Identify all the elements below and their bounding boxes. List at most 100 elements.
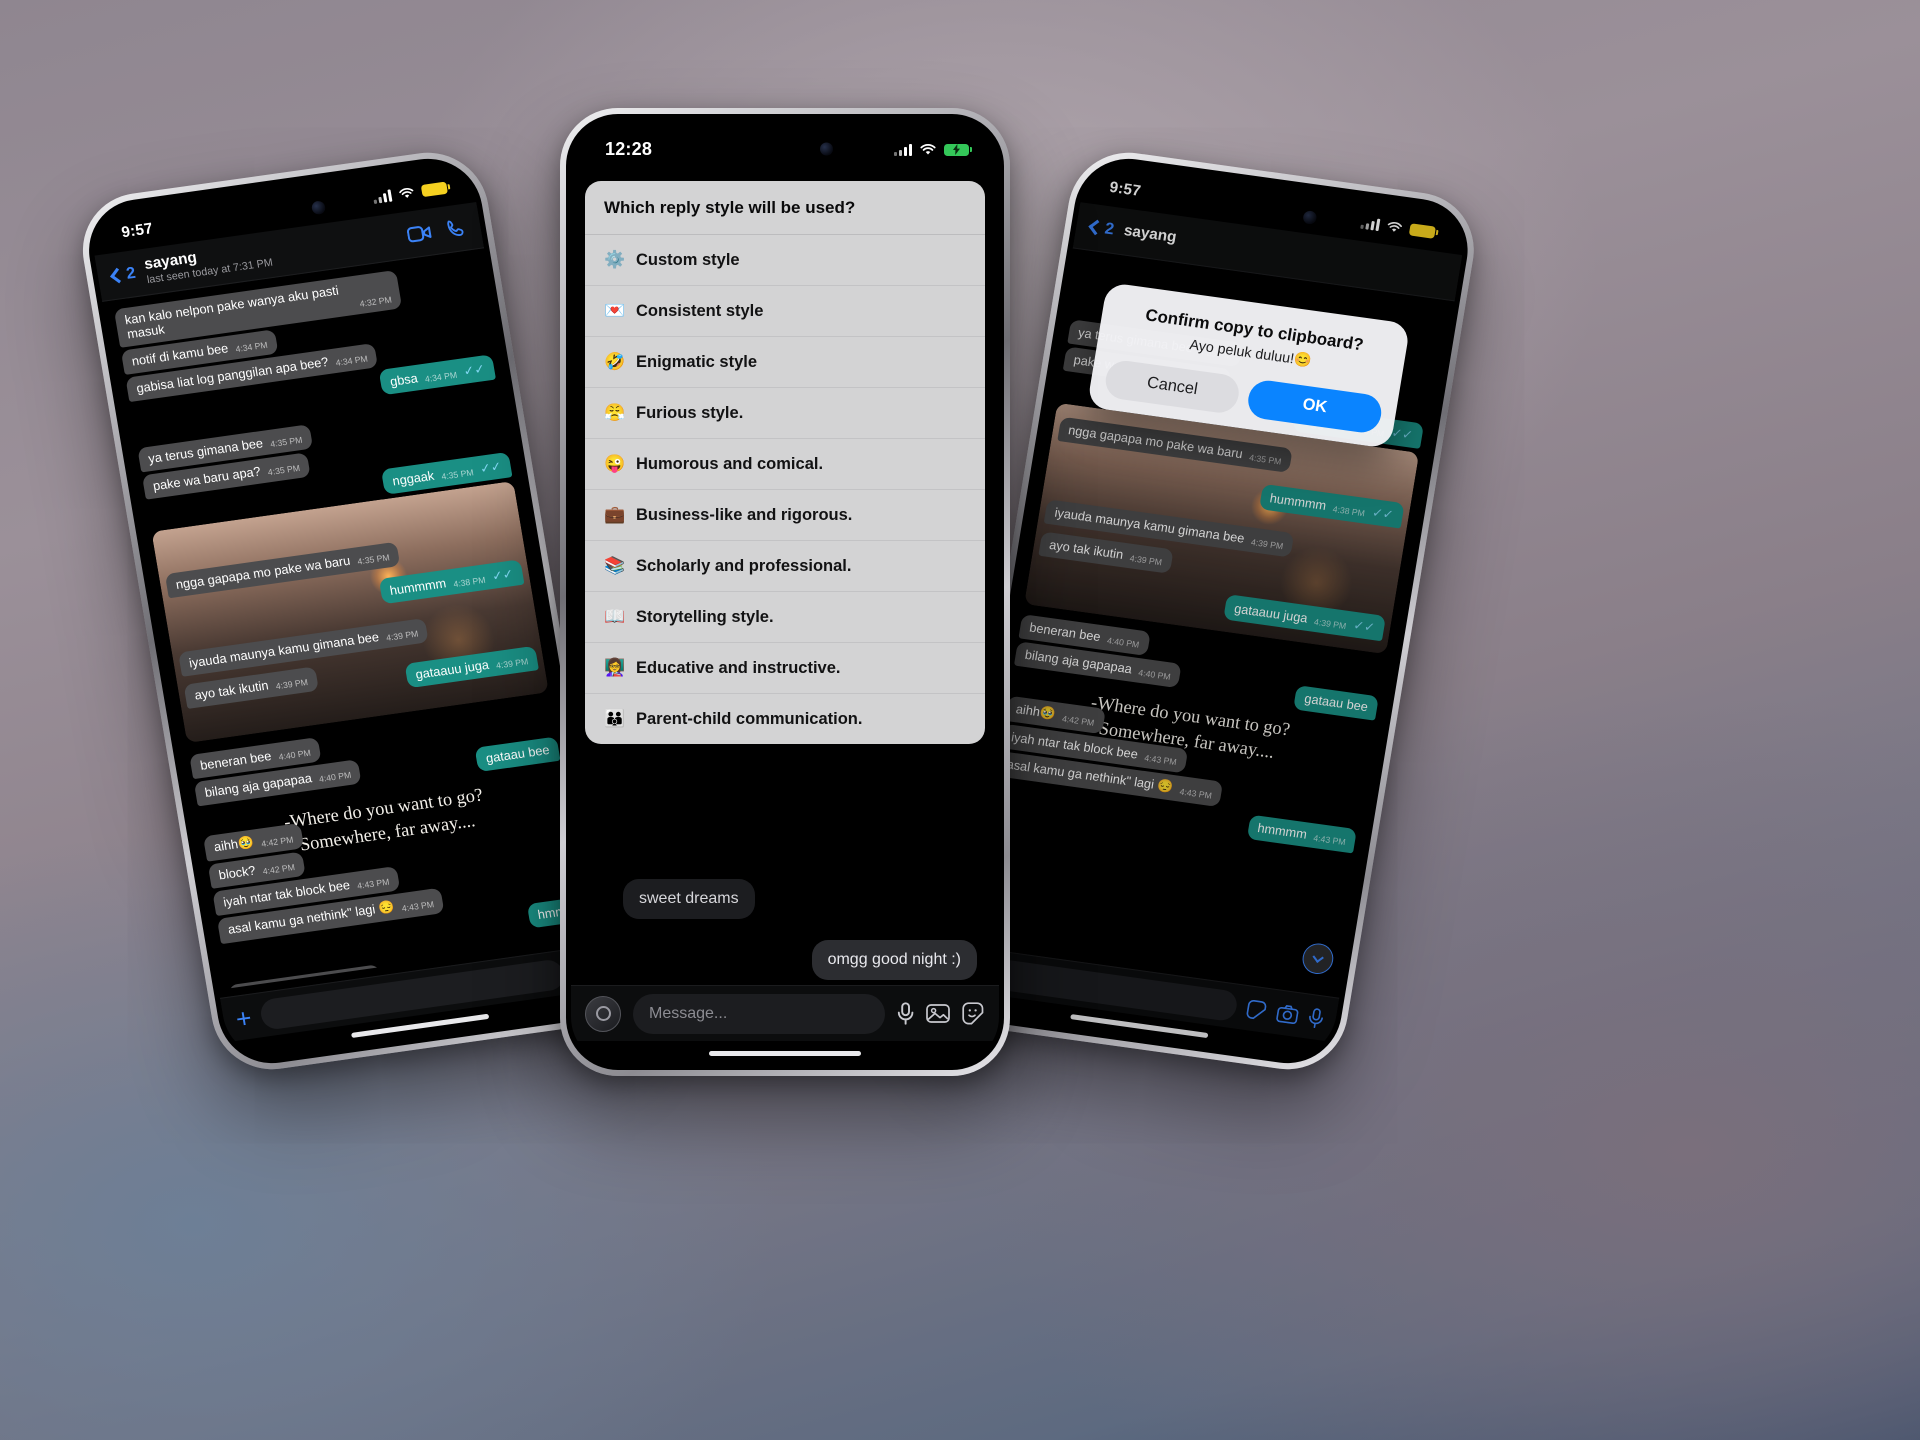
- message-time: 4:35 PM: [356, 552, 391, 567]
- teacher-icon: 👩‍🏫: [604, 658, 626, 677]
- message-time: 4:42 PM: [260, 833, 295, 849]
- incoming-bubble[interactable]: sweet dreams: [623, 879, 755, 919]
- briefcase-icon: 💼: [604, 505, 626, 524]
- sheet-item-label: Consistent style: [636, 301, 764, 320]
- sticker-icon[interactable]: [962, 1002, 985, 1025]
- left-message-list[interactable]: kan kalo nelpon pake wanya aku pasti mas…: [102, 248, 600, 990]
- avatar-ring: [595, 1006, 611, 1021]
- battery-charging-icon: [944, 143, 972, 156]
- message-input[interactable]: Message...: [633, 993, 885, 1034]
- love-letter-icon: 💌: [604, 301, 626, 320]
- read-receipt-icon: ✓✓: [490, 566, 515, 584]
- message-time: 4:40 PM: [318, 769, 352, 785]
- left-phone-screen: 9:57 2 sayang last seen today at 7:31 PM…: [86, 157, 614, 1065]
- wifi-icon: [399, 187, 414, 198]
- message-time: 4:35 PM: [269, 434, 304, 450]
- video-call-icon[interactable]: [406, 222, 433, 244]
- battery-icon: [420, 181, 448, 197]
- dynamic-island: [723, 132, 847, 166]
- phone-call-icon[interactable]: [444, 217, 468, 240]
- center-status-time: 12:28: [605, 139, 653, 159]
- center-input-bar: Message...: [571, 985, 999, 1041]
- read-receipt-icon: ✓✓: [479, 459, 503, 477]
- message-text: gbsa: [388, 371, 419, 389]
- angry-face-icon: 😤: [604, 403, 626, 422]
- message-time: 4:34 PM: [334, 353, 369, 368]
- sheet-item-storytelling-style[interactable]: 📖 Storytelling style.: [585, 592, 985, 643]
- sheet-item-humorous-style[interactable]: 😜 Humorous and comical.: [585, 439, 985, 490]
- message-time: 4:39 PM: [385, 628, 420, 643]
- cellular-icon: [894, 143, 912, 156]
- message-time: 4:43 PM: [400, 898, 435, 914]
- photo-attachment[interactable]: ngga gapapa mo pake wa baru 4:35 PM hummm…: [151, 480, 549, 744]
- home-indicator: [709, 1051, 861, 1056]
- center-status-indicators: [894, 143, 972, 156]
- sheet-item-label: Educative and instructive.: [636, 658, 841, 677]
- front-camera-icon: [310, 199, 327, 215]
- chevron-left-icon: [110, 267, 126, 284]
- sheet-item-label: Scholarly and professional.: [636, 556, 852, 575]
- microphone-icon[interactable]: [897, 1002, 914, 1025]
- unread-count: 2: [124, 264, 137, 283]
- sheet-item-enigmatic-style[interactable]: 🤣 Enigmatic style: [585, 337, 985, 388]
- ok-button[interactable]: OK: [1245, 378, 1385, 436]
- message-time: 4:40 PM: [277, 747, 312, 762]
- sheet-item-educative-style[interactable]: 👩‍🏫 Educative and instructive.: [585, 643, 985, 694]
- open-book-icon: 📖: [604, 607, 626, 626]
- message-text: gataau bee: [484, 742, 551, 766]
- sheet-item-consistent-style[interactable]: 💌 Consistent style: [585, 286, 985, 337]
- family-icon: 👪: [604, 709, 626, 728]
- cellular-icon: [372, 188, 393, 204]
- center-phone-bezel: 12:28 sweet dreams omgg good night:) Me…: [566, 114, 1004, 1070]
- message-time: 4:34 PM: [234, 339, 269, 355]
- photo-gallery-icon[interactable]: [926, 1003, 950, 1024]
- sheet-item-scholarly-style[interactable]: 📚 Scholarly and professional.: [585, 541, 985, 592]
- right-phone-bezel: 9:57 2 sayang ya pake ✓✓ ngga gapapa mo …: [940, 152, 1476, 1070]
- message-time: 4:35 PM: [267, 462, 301, 478]
- gear-icon: ⚙️: [604, 250, 626, 269]
- message-time: 4:43 PM: [356, 875, 391, 891]
- sheet-item-label: Enigmatic style: [636, 352, 758, 371]
- rofl-icon: 🤣: [604, 352, 626, 371]
- right-phone-mockup: 9:57 2 sayang ya pake ✓✓ ngga gapapa mo …: [933, 145, 1483, 1077]
- sheet-item-label: Custom style: [636, 250, 740, 269]
- center-phone-mockup: 12:28 sweet dreams omgg good night:) Me…: [560, 108, 1010, 1076]
- cancel-button[interactable]: Cancel: [1102, 358, 1242, 416]
- left-chat-view: 2 sayang last seen today at 7:31 PM kan …: [86, 157, 614, 1065]
- message-time: 4:42 PM: [261, 861, 296, 877]
- books-icon: 📚: [604, 556, 626, 575]
- message-time: 4:32 PM: [358, 294, 393, 309]
- message-text: block?: [217, 862, 257, 883]
- sheet-item-label: Business-like and rigorous.: [636, 505, 853, 524]
- message-text: gataauu juga: [414, 657, 490, 682]
- message-text: beneran bee: [199, 748, 273, 773]
- sheet-item-business-style[interactable]: 💼 Business-like and rigorous.: [585, 490, 985, 541]
- profile-avatar-icon[interactable]: [585, 995, 621, 1032]
- center-phone-screen: 12:28 sweet dreams omgg good night:) Me…: [571, 119, 999, 1065]
- sheet-item-parent-child-style[interactable]: 👪 Parent-child communication.: [585, 694, 985, 744]
- message-text: hummmm: [388, 576, 448, 599]
- outgoing-bubble[interactable]: omgg good night :): [811, 940, 977, 980]
- message-time: 4:34 PM: [424, 369, 458, 385]
- message-input-placeholder: Message...: [649, 1004, 728, 1022]
- message-time: 4:35 PM: [440, 467, 475, 482]
- sheet-title: Which reply style will be used?: [585, 181, 985, 235]
- left-phone-bezel: 9:57 2 sayang last seen today at 7:31 PM…: [80, 151, 620, 1071]
- sheet-item-label: Storytelling style.: [636, 607, 774, 626]
- front-camera-icon: [820, 142, 833, 156]
- right-phone-screen: 9:57 2 sayang ya pake ✓✓ ngga gapapa mo …: [946, 157, 1470, 1065]
- message-text: nggaak: [391, 468, 436, 489]
- sheet-item-furious-style[interactable]: 😤 Furious style.: [585, 388, 985, 439]
- sheet-item-label: Parent-child communication.: [636, 709, 863, 728]
- winking-tongue-icon: 😜: [604, 454, 626, 473]
- reply-style-sheet[interactable]: Which reply style will be used? ⚙️ Custo…: [585, 181, 985, 744]
- scene-root: 9:57 2 sayang last seen today at 7:31 PM…: [0, 0, 1920, 1440]
- plus-icon[interactable]: +: [233, 1002, 253, 1034]
- lightning-bolt-icon: [953, 144, 960, 155]
- sheet-item-custom-style[interactable]: ⚙️ Custom style: [585, 235, 985, 286]
- message-time: 4:38 PM: [452, 574, 487, 590]
- sheet-item-label: Humorous and comical.: [636, 454, 824, 473]
- back-button[interactable]: 2: [110, 264, 137, 285]
- wifi-icon: [920, 144, 936, 155]
- alert-scrim: [946, 157, 1470, 1065]
